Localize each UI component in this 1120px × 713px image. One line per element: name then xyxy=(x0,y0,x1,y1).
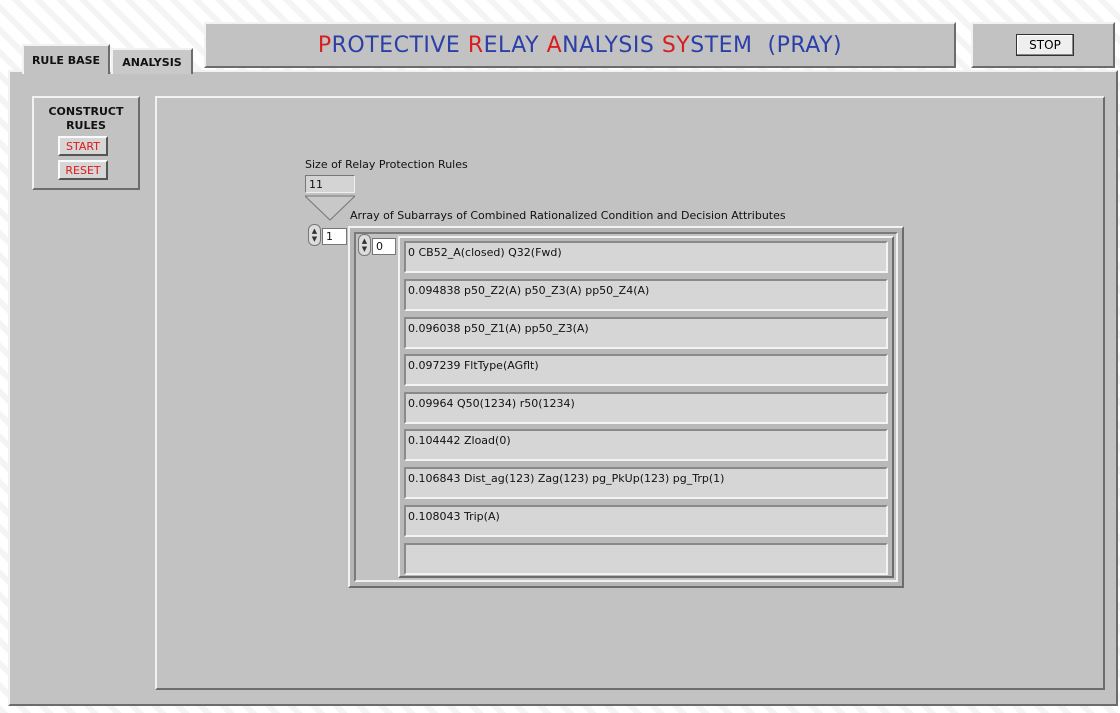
rule-row-2[interactable]: 0.096038 p50_Z1(A) pp50_Z3(A) xyxy=(404,317,888,349)
spinner-down-icon: ▼ xyxy=(311,235,318,243)
title-segment: ELAY xyxy=(483,32,547,58)
size-indicator: 11 xyxy=(305,175,355,193)
title-segment: STEM (PRAY) xyxy=(690,32,843,58)
rule-row-3[interactable]: 0.097239 FltType(AGflt) xyxy=(404,354,888,386)
title-segment: P xyxy=(317,32,332,58)
page-title: P ROTECTIVE R ELAY A NALYSIS SY STEM (PRAY) xyxy=(204,22,956,68)
size-pointer-triangle xyxy=(305,195,355,221)
title-segment: ROTECTIVE xyxy=(331,32,468,58)
tab-analysis[interactable]: ANALYSIS xyxy=(111,48,193,74)
title-segment: SY xyxy=(661,32,691,58)
inner-index-input[interactable]: 0 xyxy=(372,238,396,255)
construct-heading-line1: CONSTRUCT xyxy=(48,105,124,118)
outer-index-spinner[interactable]: ▲ ▼ xyxy=(308,224,321,246)
start-button[interactable]: START xyxy=(58,136,108,156)
rule-row-0[interactable]: 0 CB52_A(closed) Q32(Fwd) xyxy=(404,241,888,273)
inner-index-spinner[interactable]: ▲ ▼ xyxy=(358,234,371,256)
outer-index-input[interactable]: 1 xyxy=(322,228,347,245)
spinner-down-icon: ▼ xyxy=(361,245,368,253)
reset-button[interactable]: RESET xyxy=(58,160,108,180)
rule-row-7[interactable]: 0.108043 Trip(A) xyxy=(404,505,888,537)
rule-row-1[interactable]: 0.094838 p50_Z2(A) p50_Z3(A) pp50_Z4(A) xyxy=(404,279,888,311)
rule-row-6[interactable]: 0.106843 Dist_ag(123) Zag(123) pg_PkUp(1… xyxy=(404,467,888,499)
rule-row-4[interactable]: 0.09964 Q50(1234) r50(1234) xyxy=(404,392,888,424)
spinner-up-icon: ▲ xyxy=(361,237,368,245)
construct-heading-line2: RULES xyxy=(66,119,106,132)
tab-rule-base[interactable]: RULE BASE xyxy=(22,44,110,74)
title-segment: A xyxy=(546,32,563,58)
rule-row-8[interactable] xyxy=(404,543,888,575)
title-segment: NALYSIS xyxy=(562,32,662,58)
spinner-up-icon: ▲ xyxy=(311,227,318,235)
array-label: Array of Subarrays of Combined Rationali… xyxy=(350,209,786,222)
size-label: Size of Relay Protection Rules xyxy=(305,158,468,171)
title-segment: R xyxy=(467,32,484,58)
rule-row-5[interactable]: 0.104442 Zload(0) xyxy=(404,429,888,461)
stop-button[interactable]: STOP xyxy=(1016,34,1074,56)
